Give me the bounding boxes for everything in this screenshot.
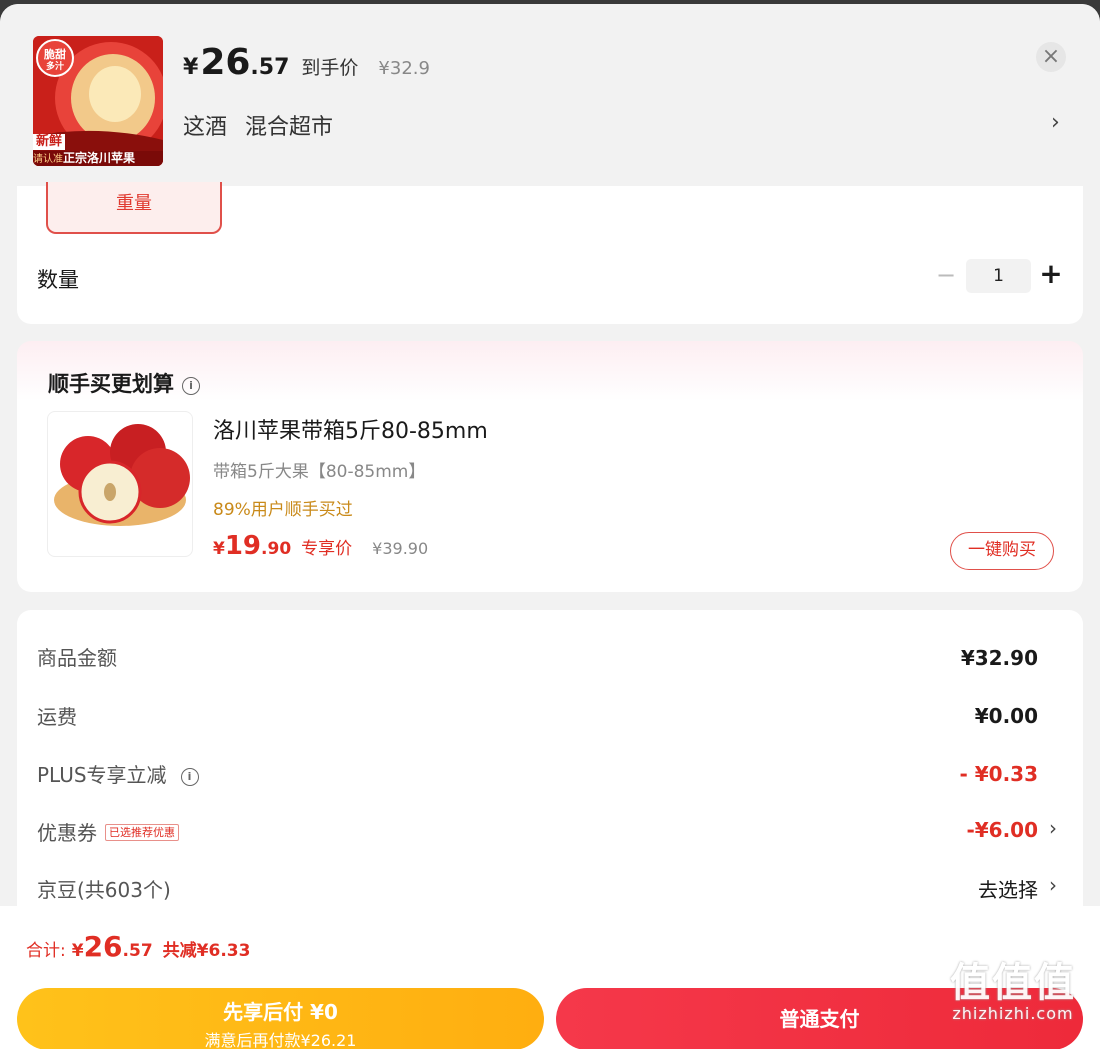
recommend-price: ¥ 19 .90 专享价 ¥39.90 [213, 531, 429, 561]
total-savings: 共减¥6.33 [162, 941, 251, 961]
row-value-item-amount: ¥32.90 [960, 646, 1038, 670]
row-label-coupon[interactable]: 优惠券 已选推荐优惠 [37, 817, 179, 846]
recommend-product-spec: 带箱5斤大果【80-85mm】 [213, 462, 426, 482]
close-button[interactable]: × [1036, 42, 1066, 72]
store-selector[interactable]: 这酒 混合超市 [183, 109, 351, 141]
row-value-shipping: ¥0.00 [974, 704, 1038, 728]
row-value-coupon[interactable]: -¥6.00 [966, 818, 1038, 842]
thumb-caption: 请认准正宗洛川苹果 [33, 151, 163, 166]
currency-symbol: ¥ [183, 55, 199, 80]
chevron-right-icon[interactable]: › [1051, 110, 1060, 135]
one-click-buy-button[interactable]: 一键购买 [950, 532, 1054, 570]
checkout-sheet: 脆甜 多汁 新鲜 请认准正宗洛川苹果 ¥ 26 .57 到手价 ¥32.9 这酒… [0, 4, 1100, 1049]
chevron-right-icon[interactable]: › [1049, 816, 1057, 840]
recommend-product-title[interactable]: 洛川苹果带箱5斤80-85mm [213, 413, 488, 445]
price-summary-card: 商品金额 ¥32.90 运费 ¥0.00 PLUS专享立减 i - ¥0.33 优… [17, 610, 1083, 930]
original-price: ¥32.9 [378, 58, 430, 79]
apples-image [54, 424, 190, 526]
coupon-badge: 已选推荐优惠 [105, 824, 179, 841]
row-label-jingdou: 京豆(共603个) [37, 878, 171, 902]
social-proof-text: 89%用户顺手买过 [213, 500, 353, 520]
product-header: 脆甜 多汁 新鲜 请认准正宗洛川苹果 ¥ 26 .57 到手价 ¥32.9 这酒… [0, 4, 1100, 186]
quantity-input[interactable]: 1 [966, 259, 1031, 293]
row-label-plus-discount: PLUS专享立减 i [37, 759, 199, 788]
add-on-recommendation-card: 顺手买更划算 i 洛川苹果带箱5斤80-85mm 带箱5斤大果【80-85mm】 … [17, 341, 1083, 592]
store-name-1: 这酒 [183, 115, 228, 140]
quantity-plus-button[interactable]: + [1039, 257, 1063, 290]
exclusive-price-tag: 专享价 [301, 539, 353, 559]
store-name-2: 混合超市 [245, 115, 334, 140]
price-tag: 到手价 [301, 57, 359, 79]
pay-later-button[interactable]: 先享后付 ¥0 满意后再付款¥26.21 [17, 988, 544, 1049]
row-label-item-amount: 商品金额 [37, 646, 117, 670]
spec-card: 重量 数量 − 1 + [17, 182, 1083, 324]
row-value-jingdou[interactable]: 去选择 [978, 874, 1038, 903]
thumb-badge: 脆甜 多汁 [44, 48, 66, 72]
site-watermark: 值值值 zhizhizhi.com [950, 960, 1076, 1023]
product-thumbnail: 脆甜 多汁 新鲜 请认准正宗洛川苹果 [33, 36, 163, 166]
header-price: ¥ 26 .57 到手价 ¥32.9 [183, 42, 430, 83]
row-label-shipping: 运费 [37, 705, 77, 729]
row-value-plus-discount: - ¥0.33 [959, 762, 1038, 786]
thumb-tag-new: 新鲜 [33, 134, 66, 150]
bottom-pay-bar: 合计: ¥ 26 .57 共减¥6.33 先享后付 ¥0 满意后再付款¥26.2… [0, 906, 1100, 1049]
price-decimal: .57 [250, 55, 290, 80]
recommend-product-image[interactable] [47, 411, 193, 557]
chevron-right-icon[interactable]: › [1049, 873, 1057, 897]
section-title: 顺手买更划算 i [48, 368, 200, 398]
info-icon[interactable]: i [180, 768, 199, 786]
price-integer: 26 [200, 42, 251, 83]
order-total: 合计: ¥ 26 .57 共减¥6.33 [26, 930, 251, 963]
quantity-label: 数量 [37, 268, 79, 292]
info-icon[interactable]: i [182, 377, 200, 395]
recommend-original-price: ¥39.90 [372, 539, 429, 558]
weight-option-chip[interactable]: 重量 [46, 182, 222, 234]
quantity-minus-button[interactable]: − [934, 261, 958, 289]
